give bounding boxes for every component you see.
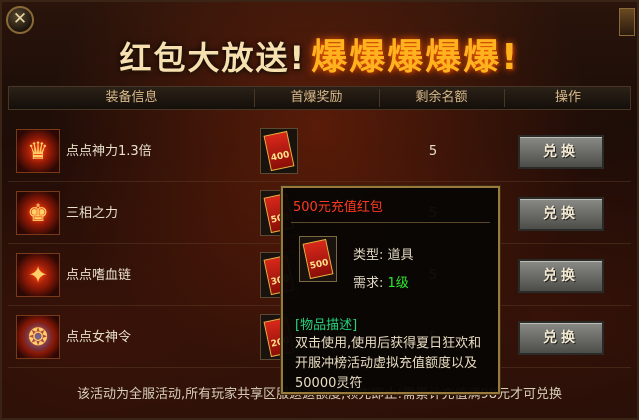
header-remaining: 剩余名额: [415, 90, 468, 105]
crimson-helmet-icon[interactable]: ♛: [16, 129, 60, 173]
banner-title-burst: 爆爆爆爆爆!: [311, 37, 520, 78]
table-header: 装备信息 首爆奖励 剩余名额 操作: [8, 86, 631, 110]
tooltip-item-slot: 500: [299, 236, 337, 282]
type-value: 道具: [387, 248, 414, 263]
requirement-label: 需求:: [353, 276, 384, 291]
item-name: 点点女神令: [66, 330, 132, 345]
requirement-value: 1级: [387, 276, 409, 291]
red-envelope-icon: 400: [263, 130, 295, 172]
exchange-button[interactable]: 兑换: [518, 321, 604, 355]
header-action: 操作: [554, 90, 581, 105]
banner-title-main: 红包大放送!: [119, 39, 307, 77]
red-envelope-icon: 500: [302, 238, 334, 280]
tooltip-divider: [291, 222, 490, 223]
item-name: 点点嗜血链: [66, 268, 132, 283]
exchange-button[interactable]: 兑换: [518, 259, 604, 293]
type-label: 类型:: [353, 248, 384, 263]
item-tooltip: 500元充值红包 500 类型: 道具 需求: 1级 [物品描述] 双击使用,使…: [281, 186, 500, 394]
goddess-token-icon[interactable]: ❂: [16, 315, 60, 359]
item-name: 三相之力: [66, 206, 119, 221]
reward-amount: 500: [309, 258, 330, 272]
reward-amount: 400: [270, 150, 291, 164]
tooltip-description: 双击使用,使用后获得夏日狂欢和开服冲榜活动虚拟充值额度以及50000灵符: [295, 336, 482, 391]
remaining-count: 5: [428, 144, 438, 159]
tooltip-requirement: 需求: 1级: [353, 272, 409, 291]
table-row: ♛ 点点神力1.3倍 400 5 兑换: [8, 122, 631, 182]
event-banner: 红包大放送! 爆爆爆爆爆!: [0, 14, 639, 78]
crimson-crown-icon[interactable]: ♚: [16, 191, 60, 235]
tooltip-title: 500元充值红包: [293, 200, 383, 215]
reward-slot[interactable]: 400: [260, 128, 298, 174]
header-equipment: 装备信息: [105, 90, 158, 105]
header-first-drop-reward: 首爆奖励: [290, 90, 343, 105]
exchange-button[interactable]: 兑换: [518, 197, 604, 231]
exchange-button[interactable]: 兑换: [518, 135, 604, 169]
item-name: 点点神力1.3倍: [66, 144, 152, 159]
tooltip-type: 类型: 道具: [353, 244, 414, 263]
tooltip-desc-title: [物品描述]: [295, 318, 358, 333]
blood-chain-icon[interactable]: ✦: [16, 253, 60, 297]
